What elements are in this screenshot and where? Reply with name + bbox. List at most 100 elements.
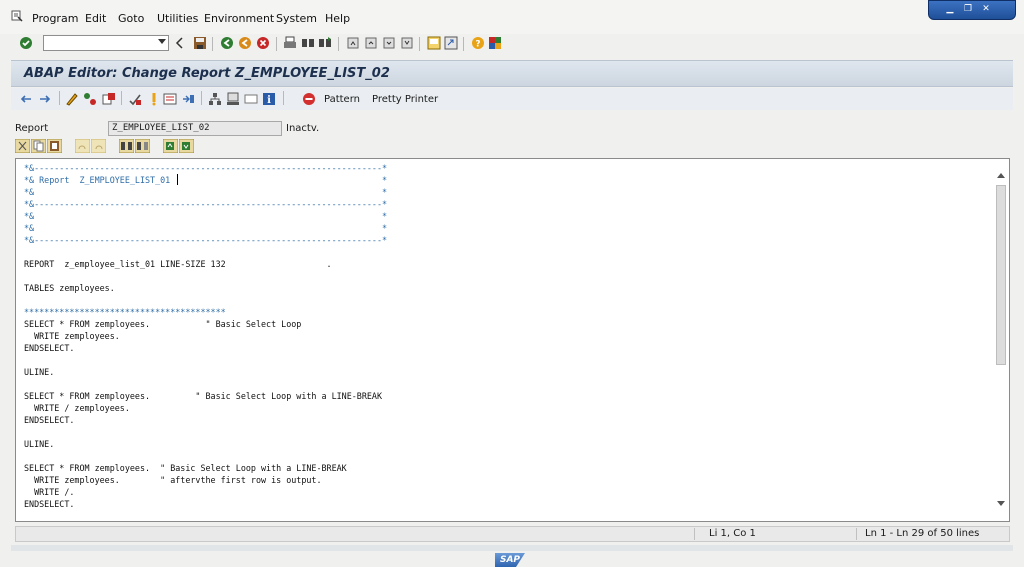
separator xyxy=(212,37,213,51)
restore-icon[interactable]: ❐ xyxy=(961,4,975,15)
code-line[interactable]: ENDSELECT. xyxy=(24,414,387,426)
code-line[interactable]: *& Report Z_EMPLOYEE_LIST_01 * xyxy=(24,174,387,186)
redo-icon[interactable] xyxy=(91,139,106,153)
system-menu-icon[interactable] xyxy=(11,10,23,22)
scrollbar-thumb[interactable] xyxy=(996,185,1006,365)
code-line[interactable]: ULINE. xyxy=(24,366,387,378)
code-line[interactable]: SELECT * FROM zemployees. " Basic Select… xyxy=(24,462,387,474)
code-line[interactable] xyxy=(24,450,387,462)
code-line[interactable]: WRITE / zemployees. xyxy=(24,402,387,414)
minimize-icon[interactable]: ▁ xyxy=(943,4,957,15)
navigation-window-icon[interactable] xyxy=(226,92,240,106)
separator xyxy=(201,91,202,105)
code-line[interactable] xyxy=(24,426,387,438)
menu-system[interactable]: System xyxy=(276,12,317,25)
scroll-up-icon[interactable] xyxy=(997,173,1005,178)
code-line[interactable]: ENDSELECT. xyxy=(24,498,387,510)
first-page-icon[interactable] xyxy=(346,36,360,50)
code-editor[interactable]: *&--------------------------------------… xyxy=(15,158,1010,522)
code-line[interactable]: WRITE /. xyxy=(24,486,387,498)
arrow-left-icon[interactable] xyxy=(19,92,33,106)
title-bar: ABAP Editor: Change Report Z_EMPLOYEE_LI… xyxy=(11,60,1013,87)
vertical-scrollbar[interactable] xyxy=(994,171,1008,511)
scroll-down-icon[interactable] xyxy=(997,501,1005,506)
save-icon[interactable] xyxy=(193,36,207,50)
system-status-strip xyxy=(11,545,1013,551)
code-lines[interactable]: *&--------------------------------------… xyxy=(24,162,387,510)
undo-icon[interactable] xyxy=(75,139,90,153)
menu-goto[interactable]: Goto xyxy=(118,12,144,25)
customize-layout-icon[interactable] xyxy=(488,36,502,50)
line-range: Ln 1 - Ln 29 of 50 lines xyxy=(856,528,1015,540)
display-change-icon[interactable] xyxy=(65,92,79,106)
code-line[interactable] xyxy=(24,354,387,366)
back-icon[interactable] xyxy=(220,36,234,50)
object-list-icon[interactable] xyxy=(208,92,222,106)
code-line[interactable]: *& * xyxy=(24,222,387,234)
last-page-icon[interactable] xyxy=(400,36,414,50)
code-line[interactable]: WRITE zemployees. " aftervthe first row … xyxy=(24,474,387,486)
chevron-down-icon[interactable] xyxy=(158,39,166,44)
code-line[interactable]: TABLES zemployees. xyxy=(24,282,387,294)
code-line[interactable] xyxy=(24,270,387,282)
code-line[interactable]: *& * xyxy=(24,210,387,222)
report-name-field[interactable]: Z_EMPLOYEE_LIST_02 xyxy=(108,121,282,136)
menu-edit[interactable]: Edit xyxy=(85,12,106,25)
status-bar: Li 1, Co 1 Ln 1 - Ln 29 of 50 lines xyxy=(15,526,1010,542)
previous-page-icon[interactable] xyxy=(364,36,378,50)
info-icon[interactable]: i xyxy=(262,92,276,106)
code-line[interactable]: **************************************** xyxy=(24,306,387,318)
help-icon[interactable]: ? xyxy=(471,36,485,50)
page-title: ABAP Editor: Change Report Z_EMPLOYEE_LI… xyxy=(24,66,390,81)
copy-icon[interactable] xyxy=(31,139,46,153)
menu-utilities[interactable]: Utilities xyxy=(157,12,198,25)
cut-icon[interactable] xyxy=(15,139,30,153)
menu-help[interactable]: Help xyxy=(325,12,350,25)
pattern-button[interactable]: Pattern xyxy=(324,94,360,105)
code-line[interactable]: *&--------------------------------------… xyxy=(24,162,387,174)
enter-icon[interactable] xyxy=(19,36,33,50)
code-line[interactable]: SELECT * FROM zemployees. " Basic Select… xyxy=(24,318,387,330)
code-line[interactable]: ENDSELECT. xyxy=(24,342,387,354)
code-line[interactable]: SELECT * FROM zemployees. " Basic Select… xyxy=(24,390,387,402)
code-line[interactable]: WRITE zemployees. xyxy=(24,330,387,342)
arrow-right-icon[interactable] xyxy=(38,92,52,106)
code-line[interactable]: *&--------------------------------------… xyxy=(24,198,387,210)
test-icon[interactable] xyxy=(163,92,177,106)
code-line[interactable]: REPORT z_employee_list_01 LINE-SIZE 132 … xyxy=(24,258,387,270)
code-line[interactable]: ULINE. xyxy=(24,438,387,450)
command-field[interactable] xyxy=(43,35,169,51)
code-line[interactable]: *& * xyxy=(24,186,387,198)
download-icon[interactable] xyxy=(179,139,194,153)
exit-icon[interactable] xyxy=(238,36,252,50)
stop-icon xyxy=(303,93,315,105)
cursor-position: Li 1, Co 1 xyxy=(694,528,871,540)
next-page-icon[interactable] xyxy=(382,36,396,50)
check-icon[interactable] xyxy=(128,92,142,106)
cancel-icon[interactable] xyxy=(256,36,270,50)
find-next-icon[interactable] xyxy=(318,36,332,50)
code-line[interactable] xyxy=(24,246,387,258)
print-icon[interactable] xyxy=(283,36,297,50)
code-line[interactable] xyxy=(24,294,387,306)
shortcut-icon[interactable] xyxy=(444,36,458,50)
code-line[interactable]: *&--------------------------------------… xyxy=(24,234,387,246)
other-object-icon[interactable] xyxy=(102,92,116,106)
upload-icon[interactable] xyxy=(163,139,178,153)
pretty-printer-button[interactable]: Pretty Printer xyxy=(372,94,438,105)
code-line[interactable] xyxy=(24,378,387,390)
search-icon[interactable] xyxy=(119,139,134,153)
create-session-icon[interactable] xyxy=(427,36,441,50)
where-used-icon[interactable] xyxy=(181,92,195,106)
status-badge: Inactv. xyxy=(286,123,320,134)
menu-program[interactable]: Program xyxy=(32,12,78,25)
paste-icon[interactable] xyxy=(47,139,62,153)
close-icon[interactable]: ✕ xyxy=(979,4,993,15)
active-inactive-icon[interactable] xyxy=(83,92,97,106)
activate-icon[interactable] xyxy=(147,92,161,106)
find-icon[interactable] xyxy=(301,36,315,50)
menu-environment[interactable]: Environment xyxy=(204,12,274,25)
chevron-left-icon[interactable] xyxy=(173,36,187,50)
search-next-icon[interactable] xyxy=(135,139,150,153)
fullscreen-icon[interactable] xyxy=(244,92,258,106)
